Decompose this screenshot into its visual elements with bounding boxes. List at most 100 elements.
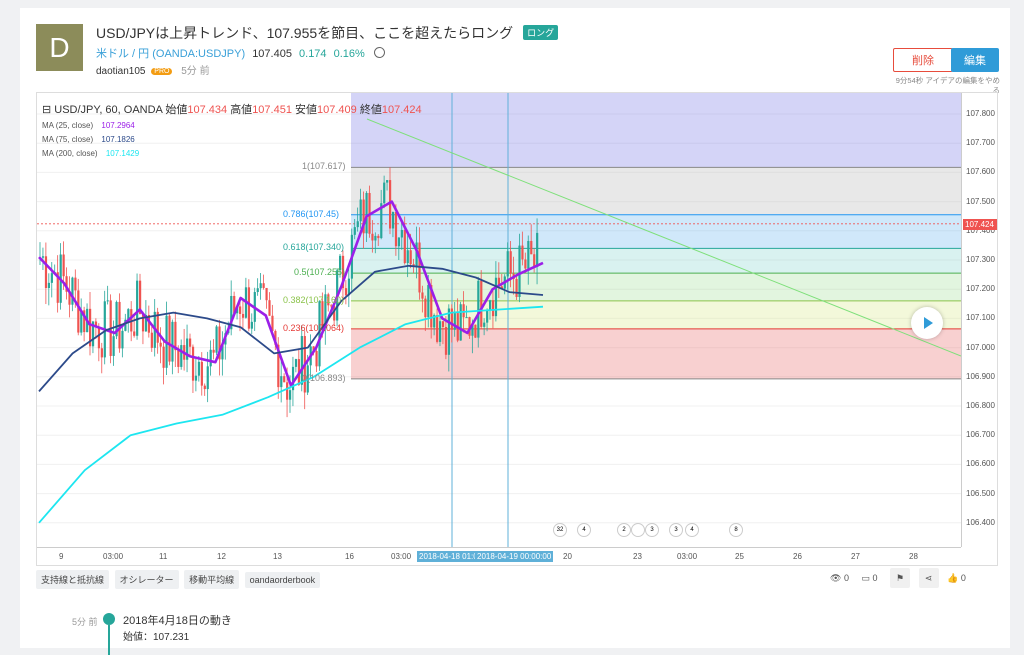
tag-item[interactable]: オシレーター (114, 570, 179, 589)
candle-body (106, 300, 109, 302)
candle-body (427, 285, 430, 318)
share-icon[interactable]: ⋖ (918, 568, 939, 588)
candle-body (521, 245, 524, 260)
candle-body (436, 315, 439, 342)
views-count: 0 (843, 572, 849, 583)
symbol-change: 0.174 (299, 48, 327, 60)
alarm-icon[interactable] (373, 47, 385, 58)
price-tick-label: 106.700 (966, 430, 995, 440)
price-tick-label: 107.100 (966, 313, 995, 323)
price-tick-label: 107.300 (966, 255, 995, 264)
flag-icon[interactable]: ⚑ (890, 568, 911, 588)
candle-body (180, 345, 183, 367)
candle-body (44, 256, 48, 289)
candle-body (100, 348, 103, 358)
economic-event-icon[interactable]: 8 (729, 523, 743, 537)
candle-body (259, 283, 262, 289)
candle-body (250, 321, 253, 329)
fib-level-label: 0.786(107.45) (283, 208, 340, 219)
candle-body (239, 306, 242, 314)
ma200-value: 107.1429 (105, 149, 140, 158)
candle-body (530, 240, 533, 255)
candle-body (421, 292, 424, 299)
candle-body (400, 229, 403, 238)
time-tick-label: 16 (345, 552, 354, 561)
fib-level-label: 0.382(107.160) (283, 294, 345, 305)
author-name[interactable]: daotian105 (96, 66, 146, 77)
candle-body (177, 350, 180, 367)
economic-event-icon[interactable]: 4 (685, 523, 699, 537)
time-tick-label: 03:00 (103, 552, 124, 561)
edit-button[interactable]: 編集 (951, 48, 999, 72)
time-tick-label: 9 (59, 552, 64, 561)
likes-stat[interactable]: 👍 0 (947, 573, 966, 584)
play-button[interactable] (911, 307, 943, 339)
tag-item[interactable]: 移動平均線 (184, 570, 240, 589)
ma25-label: MA (25, close) (42, 121, 94, 130)
candle-body (294, 359, 298, 367)
fib-zone (351, 214, 961, 249)
price-chart[interactable]: ⊟ USD/JPY, 60, OANDA 始値107.434 高値107.451… (36, 92, 998, 566)
price-tick-label: 107.000 (966, 342, 995, 352)
economic-event-icon[interactable]: 4 (577, 523, 591, 537)
economic-event-icon[interactable] (631, 523, 645, 537)
economic-event-icon[interactable]: 3 (669, 523, 683, 537)
fib-level-label: 1(107.617) (302, 161, 346, 172)
tag-item[interactable]: oandaorderbook (244, 572, 321, 588)
candle-body (112, 336, 115, 356)
candle-body (474, 324, 477, 338)
candle-body (262, 283, 265, 288)
time-tick-label: 13 (273, 552, 282, 561)
candle-body (518, 245, 521, 297)
economic-event-icon[interactable]: 3 (645, 523, 659, 537)
candle-body (515, 279, 518, 297)
likes-count: 0 (960, 572, 966, 583)
candle-body (489, 300, 492, 310)
fib-level-label: 0.236(107.064) (283, 322, 345, 333)
time-highlight-start: 2018-04-18 01:0 (417, 551, 480, 562)
symbol-link[interactable]: 米ドル / 円 (OANDA:USDJPY) (96, 48, 245, 60)
candle-body (62, 254, 65, 277)
idea-tags: 支持線と抵抗線 オシレーター 移動平均線 oandaorderbook (36, 570, 323, 589)
chart-legend: ⊟ USD/JPY, 60, OANDA 始値107.434 高値107.451… (42, 101, 422, 117)
candle-body (424, 298, 427, 318)
candle-body (171, 321, 174, 362)
candle-body (315, 351, 318, 367)
timeline-line (108, 625, 110, 655)
candle-body (241, 313, 245, 318)
timeline-dot (103, 613, 115, 625)
posted-time: 5分 前 (181, 66, 210, 77)
candle-body (356, 221, 359, 228)
legend-open: 107.434 (187, 104, 228, 116)
economic-event-icon[interactable]: 2 (617, 523, 631, 537)
fib-level-label: 0(106.893) (302, 372, 346, 383)
delete-button[interactable]: 削除 (893, 48, 953, 72)
fib-zone (351, 328, 961, 379)
candle-body (533, 254, 536, 267)
candle-body (121, 330, 124, 349)
legend-low-label: 安値 (295, 104, 318, 116)
price-tick-label: 107.200 (966, 284, 995, 294)
candle-body (365, 192, 368, 234)
candle-body (247, 287, 251, 329)
candle-body (203, 385, 206, 390)
candle-body (159, 342, 162, 347)
legend-collapse-icon[interactable]: ⊟ (42, 104, 51, 116)
price-tick-label: 106.800 (966, 401, 995, 410)
fib-zone (351, 93, 961, 168)
time-tick-label: 03:00 (391, 552, 412, 561)
tag-item[interactable]: 支持線と抵抗線 (36, 570, 110, 589)
price-tick-label: 106.900 (966, 371, 995, 381)
economic-event-icon[interactable]: 32 (553, 523, 567, 537)
idea-page: D USD/JPYは上昇トレンド、107.955を節目、ここを超えたらロング ロ… (20, 8, 1010, 655)
time-axis[interactable]: 9 03:00 11 12 13 16 03:00 20 23 03:00 25 26 27 28 201… (37, 547, 961, 565)
price-axis[interactable]: 107.800 107.700 107.600 107.500 107.400 107.3… (961, 93, 997, 547)
chart-canvas[interactable] (37, 93, 961, 547)
time-tick-label: 28 (909, 552, 918, 561)
author-avatar[interactable]: D (36, 24, 83, 71)
comments-stat[interactable]: ▭ 0 (861, 573, 877, 584)
legend-ma-200: MA (200, close) 107.1429 (42, 149, 139, 158)
candle-body (256, 288, 259, 293)
price-tick-label: 107.800 (966, 109, 995, 118)
ma75-label: MA (75, close) (42, 135, 94, 144)
